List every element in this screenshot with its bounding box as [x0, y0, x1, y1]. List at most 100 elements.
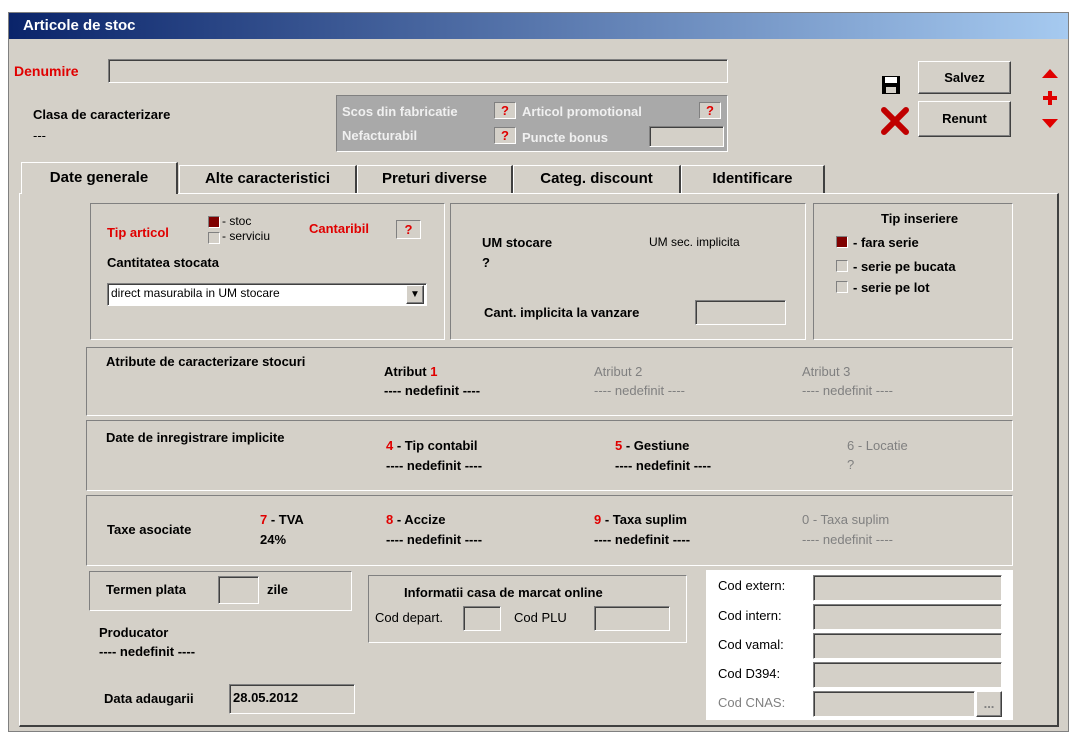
main-window: Articole de stoc Denumire Clasa de carac…	[8, 12, 1069, 732]
tab-preturi-diverse[interactable]: Preturi diverse	[357, 165, 513, 193]
gestiune-value: ---- nedefinit ----	[615, 458, 712, 473]
termen-unit: zile	[267, 582, 288, 597]
tip-contabil-label[interactable]: 4 - Tip contabil	[386, 438, 478, 453]
floppy-icon	[882, 76, 900, 94]
atribut1-value: ---- nedefinit ----	[384, 383, 481, 398]
producator-label: Producator	[99, 625, 169, 640]
cod-plu-label: Cod PLU	[514, 610, 567, 625]
cancel-button[interactable]: Renunt	[918, 101, 1011, 137]
clasa-value[interactable]: ---	[33, 128, 46, 143]
clasa-label: Clasa de caracterizare	[33, 107, 171, 122]
atribut1-num: 1	[430, 364, 438, 379]
atribut1-text: Atribut	[384, 364, 427, 379]
tip-contabil-value: ---- nedefinit ----	[386, 458, 483, 473]
data-adaugarii-input[interactable]: 28.05.2012	[229, 684, 355, 714]
taxa-suplim-label[interactable]: 9 - Taxa suplim	[594, 512, 687, 527]
atribut2-value: ---- nedefinit ----	[594, 383, 686, 398]
fara-serie-radio[interactable]	[836, 236, 848, 248]
bonus-input[interactable]	[649, 126, 724, 147]
cancel-x-icon	[881, 107, 909, 135]
serviciu-checkbox[interactable]	[208, 232, 220, 244]
accize-text: - Accize	[393, 512, 446, 527]
serie-lot-label: - serie pe lot	[853, 280, 930, 295]
casa-title: Informatii casa de marcat online	[404, 585, 603, 600]
fara-serie-label: - fara serie	[853, 235, 919, 250]
nefact-toggle[interactable]: ?	[494, 127, 516, 144]
serie-bucata-radio[interactable]	[836, 260, 848, 272]
inregistrare-title: Date de inregistrare implicite	[106, 430, 285, 445]
serie-lot-radio[interactable]	[836, 281, 848, 293]
cnas-browse-button[interactable]: ...	[976, 691, 1002, 717]
cantaribil-toggle[interactable]: ?	[396, 220, 421, 239]
tab-alte-caracteristici[interactable]: Alte caracteristici	[179, 165, 357, 193]
save-button[interactable]: Salvez	[918, 61, 1011, 94]
tab-categ-discount[interactable]: Categ. discount	[513, 165, 681, 193]
denumire-label: Denumire	[14, 63, 79, 79]
gestiune-label[interactable]: 5 - Gestiune	[615, 438, 689, 453]
plus-icon[interactable]	[1043, 91, 1057, 105]
um-stocare-value[interactable]: ?	[482, 255, 490, 270]
cantitate-label: Cantitatea stocata	[107, 255, 219, 270]
cod-vamal-input[interactable]	[813, 633, 1002, 659]
promo-toggle[interactable]: ?	[699, 102, 721, 119]
save-label: Salvez	[944, 70, 985, 85]
cantaribil-label: Cantaribil	[309, 221, 369, 236]
bonus-label: Puncte bonus	[522, 130, 608, 145]
serviciu-label: - serviciu	[222, 229, 271, 243]
nefact-label: Nefacturabil	[342, 128, 418, 143]
taxa-suplim-text: - Taxa suplim	[601, 512, 687, 527]
cant-vanzare-input[interactable]	[695, 300, 786, 325]
cod-extern-label: Cod extern:	[718, 578, 786, 593]
um-stocare-label: UM stocare	[482, 235, 553, 250]
producator-value[interactable]: ---- nedefinit ----	[99, 644, 195, 659]
tab-identificare[interactable]: Identificare	[681, 165, 825, 193]
cod-vamal-label: Cod vamal:	[718, 637, 784, 652]
cod-extern-input[interactable]	[813, 575, 1002, 601]
scos-label: Scos din fabricatie	[342, 104, 458, 119]
atribut2-label[interactable]: Atribut 2	[594, 364, 642, 379]
accize-value: ---- nedefinit ----	[386, 532, 483, 547]
tva-text: - TVA	[267, 512, 304, 527]
cantitate-select[interactable]: direct masurabila in UM stocare ▼	[107, 283, 427, 306]
locatie-label[interactable]: 6 - Locatie	[847, 438, 908, 453]
cod-depart-input[interactable]	[463, 606, 501, 631]
cantitate-value: direct masurabila in UM stocare	[111, 286, 280, 300]
serie-bucata-label: - serie pe bucata	[853, 259, 956, 274]
cod-d394-input[interactable]	[813, 662, 1002, 688]
arrow-down-icon[interactable]	[1042, 117, 1058, 129]
atribut1-label[interactable]: Atribut 1	[384, 364, 437, 379]
tip-articol-label: Tip articol	[107, 225, 169, 240]
taxa-suplim2-value: ---- nedefinit ----	[802, 532, 894, 547]
data-adaugarii-value: 28.05.2012	[233, 690, 299, 705]
cod-intern-input[interactable]	[813, 604, 1002, 630]
um-sec-label: UM sec. implicita	[649, 235, 740, 249]
cod-cnas-label: Cod CNAS:	[718, 695, 786, 710]
taxa-suplim-value: ---- nedefinit ----	[594, 532, 691, 547]
taxa-suplim2-label[interactable]: 0 - Taxa suplim	[802, 512, 889, 527]
cod-depart-label: Cod depart.	[375, 610, 443, 625]
cod-intern-label: Cod intern:	[718, 608, 782, 623]
tva-label[interactable]: 7 - TVA	[260, 512, 304, 527]
taxe-title: Taxe asociate	[107, 522, 192, 537]
data-adaugarii-label: Data adaugarii	[104, 691, 194, 706]
atribut3-label[interactable]: Atribut 3	[802, 364, 850, 379]
stoc-label: - stoc	[222, 214, 252, 228]
atribut3-value: ---- nedefinit ----	[802, 383, 894, 398]
atribute-title: Atribute de caracterizare stocuri	[106, 354, 306, 369]
cod-cnas-input[interactable]	[813, 691, 975, 717]
denumire-input[interactable]	[108, 59, 728, 83]
chevron-down-icon[interactable]: ▼	[406, 285, 424, 304]
tva-value: 24%	[260, 532, 287, 547]
title-bar: Articole de stoc	[9, 13, 1068, 39]
tab-date-generale[interactable]: Date generale	[21, 162, 178, 194]
arrow-up-icon[interactable]	[1042, 68, 1058, 80]
inseriere-title: Tip inseriere	[881, 211, 959, 226]
cancel-label: Renunt	[942, 111, 987, 126]
scos-toggle[interactable]: ?	[494, 102, 516, 119]
termen-input[interactable]	[218, 576, 259, 604]
tip-articol-panel	[90, 203, 445, 340]
window-title: Articole de stoc	[23, 17, 136, 34]
accize-label[interactable]: 8 - Accize	[386, 512, 446, 527]
stoc-checkbox[interactable]	[208, 216, 220, 228]
cod-plu-input[interactable]	[594, 606, 670, 631]
